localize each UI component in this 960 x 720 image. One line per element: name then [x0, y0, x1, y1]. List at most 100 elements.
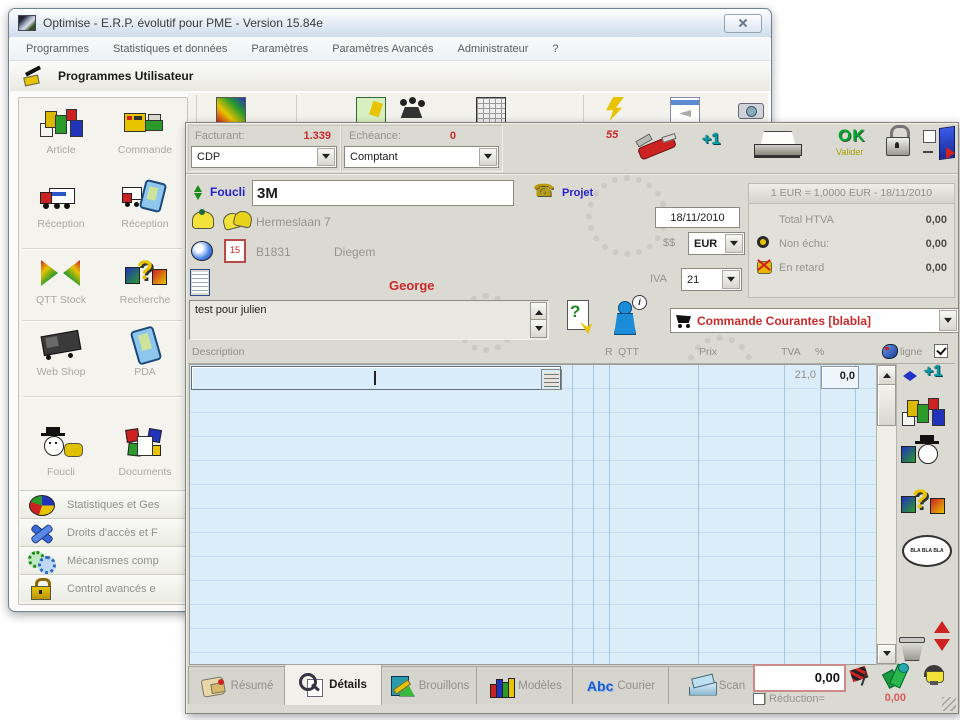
- minimize-dash-icon[interactable]: [923, 151, 933, 153]
- sidebar-item-commande[interactable]: Commande: [103, 102, 187, 172]
- exit-door-icon[interactable]: [937, 125, 957, 161]
- facturant-combo[interactable]: CDP: [191, 146, 337, 168]
- col-r[interactable]: R: [605, 346, 613, 358]
- chevron-down-icon[interactable]: [939, 310, 957, 331]
- sidebar-item-mecanismes[interactable]: Mécanismes comp: [20, 546, 186, 574]
- banner-title: Programmes Utilisateur: [58, 69, 194, 83]
- money-check-icon[interactable]: [881, 663, 910, 689]
- card-scissors-icon[interactable]: [670, 97, 700, 123]
- memo-field[interactable]: test pour julien: [189, 300, 549, 340]
- money-icon[interactable]: [356, 97, 386, 123]
- col-pct[interactable]: %: [815, 346, 824, 358]
- multiline-checkbox[interactable]: [934, 344, 948, 358]
- tools-icon: [27, 522, 57, 545]
- truck-icon: [38, 179, 84, 217]
- bell-icon[interactable]: [190, 209, 216, 231]
- building-icon[interactable]: [476, 97, 506, 123]
- projet-label[interactable]: Projet: [562, 187, 593, 199]
- add-one-button[interactable]: +1: [702, 131, 720, 149]
- scroll-down-button[interactable]: [877, 644, 896, 664]
- camera-icon[interactable]: [736, 97, 764, 121]
- description-edit-cell[interactable]: [191, 366, 561, 390]
- sidebar-item-article[interactable]: Article: [19, 102, 103, 172]
- help-document-icon[interactable]: ?: [566, 300, 594, 336]
- sidebar-item-pda[interactable]: PDA: [103, 324, 187, 394]
- chevron-down-icon[interactable]: [317, 148, 335, 166]
- trash-icon[interactable]: [898, 635, 926, 663]
- col-prix[interactable]: Prix: [699, 346, 717, 358]
- reduction-checkbox[interactable]: [753, 693, 765, 705]
- echeance-combo[interactable]: Comptant: [344, 146, 499, 168]
- resize-grip[interactable]: [942, 697, 956, 711]
- close-button[interactable]: [724, 13, 762, 33]
- sidebar-item-droits-acces[interactable]: Droits d'accès et F: [20, 518, 186, 546]
- chevron-down-icon[interactable]: [479, 148, 497, 166]
- images-icon[interactable]: [216, 97, 246, 123]
- sidebar-item-web-shop[interactable]: Web Shop: [19, 324, 103, 394]
- currency-combo[interactable]: EUR: [688, 232, 745, 255]
- swiss-knife-icon[interactable]: [635, 131, 680, 161]
- menu-parametres[interactable]: Paramètres: [251, 43, 308, 55]
- phone-icon[interactable]: ☎: [533, 181, 554, 201]
- memo-scroll-down[interactable]: [530, 319, 547, 338]
- row-pct-cell[interactable]: 0,0: [821, 366, 859, 389]
- lamp-icon[interactable]: [922, 663, 948, 689]
- menu-help[interactable]: ?: [552, 43, 558, 55]
- chevron-down-icon[interactable]: [722, 270, 740, 289]
- sidebar-item-qtt-stock[interactable]: QTT Stock: [19, 252, 103, 322]
- sidebar-item-control-avances[interactable]: Control avancés e: [20, 574, 186, 602]
- tab-modeles[interactable]: Modèles: [476, 666, 574, 704]
- scrollbar-thumb[interactable]: [877, 384, 896, 426]
- menu-statistiques[interactable]: Statistiques et données: [113, 43, 227, 55]
- client-info-icon[interactable]: i: [612, 295, 648, 337]
- client-lookup-icon[interactable]: [900, 435, 946, 476]
- bells-pair-icon[interactable]: [221, 209, 254, 231]
- client-name-input[interactable]: [252, 180, 514, 206]
- tab-brouillons[interactable]: Brouillons: [380, 666, 478, 704]
- calendar-icon[interactable]: 15: [224, 239, 246, 263]
- order-lines-grid[interactable]: 21,0 0,0: [189, 364, 877, 665]
- date-input[interactable]: [655, 207, 740, 228]
- search-lines-icon[interactable]: ?: [900, 484, 946, 522]
- sidebar-item-reception-2[interactable]: Réception: [103, 176, 187, 246]
- maximize-box-icon[interactable]: [923, 130, 936, 143]
- ok-valider-button[interactable]: OK: [838, 126, 866, 146]
- sidebar-item-statistiques[interactable]: Statistiques et Ges: [20, 490, 186, 518]
- grid-scrollbar[interactable]: [876, 364, 897, 665]
- line-total-field[interactable]: 0,00: [753, 664, 846, 692]
- vat-combo[interactable]: 21: [681, 268, 742, 291]
- sidebar-item-recherche[interactable]: ? Recherche: [103, 252, 187, 322]
- article-lookup-icon[interactable]: [900, 394, 946, 432]
- tab-resume[interactable]: Résumé: [188, 666, 286, 704]
- chevron-down-icon[interactable]: [725, 234, 743, 253]
- cell-drag-grip[interactable]: [541, 369, 562, 390]
- globe-icon[interactable]: [190, 241, 214, 261]
- blabla-bubble-icon[interactable]: BLA BLA BLA: [902, 535, 952, 567]
- printer-icon[interactable]: [752, 131, 804, 161]
- menu-administrateur[interactable]: Administrateur: [457, 43, 528, 55]
- order-type-combo[interactable]: Commande Courantes [blabla]: [670, 308, 959, 333]
- tab-courier[interactable]: Abc Courier: [572, 666, 670, 704]
- sidebar-item-foucli[interactable]: Foucli: [19, 424, 103, 494]
- menu-programmes[interactable]: Programmes: [26, 43, 89, 55]
- lock-icon[interactable]: [884, 125, 912, 161]
- client-selector-arrows-icon[interactable]: [193, 181, 203, 203]
- people-group-icon[interactable]: [398, 97, 426, 121]
- lightning-icon[interactable]: [606, 97, 624, 121]
- flag-icon[interactable]: [849, 665, 869, 688]
- sidebar-item-documents[interactable]: Documents: [103, 424, 187, 494]
- col-description[interactable]: Description: [192, 346, 245, 358]
- move-up-arrow[interactable]: [934, 613, 950, 633]
- col-tva[interactable]: TVA: [781, 346, 801, 358]
- move-down-arrow[interactable]: [934, 639, 950, 659]
- swap-arrows-icon[interactable]: [898, 368, 918, 384]
- scroll-up-button[interactable]: [877, 365, 896, 385]
- col-qtt[interactable]: QTT: [618, 346, 639, 358]
- tab-scan[interactable]: Scan: [668, 666, 766, 704]
- add-line-button[interactable]: +1: [924, 363, 942, 381]
- sidebar-item-reception-1[interactable]: Réception: [19, 176, 103, 246]
- menu-parametres-avances[interactable]: Paramètres Avancés: [332, 43, 433, 55]
- tab-details[interactable]: Détails: [284, 664, 382, 705]
- echeance-count: 0: [449, 130, 456, 142]
- notepad-icon[interactable]: [190, 269, 210, 296]
